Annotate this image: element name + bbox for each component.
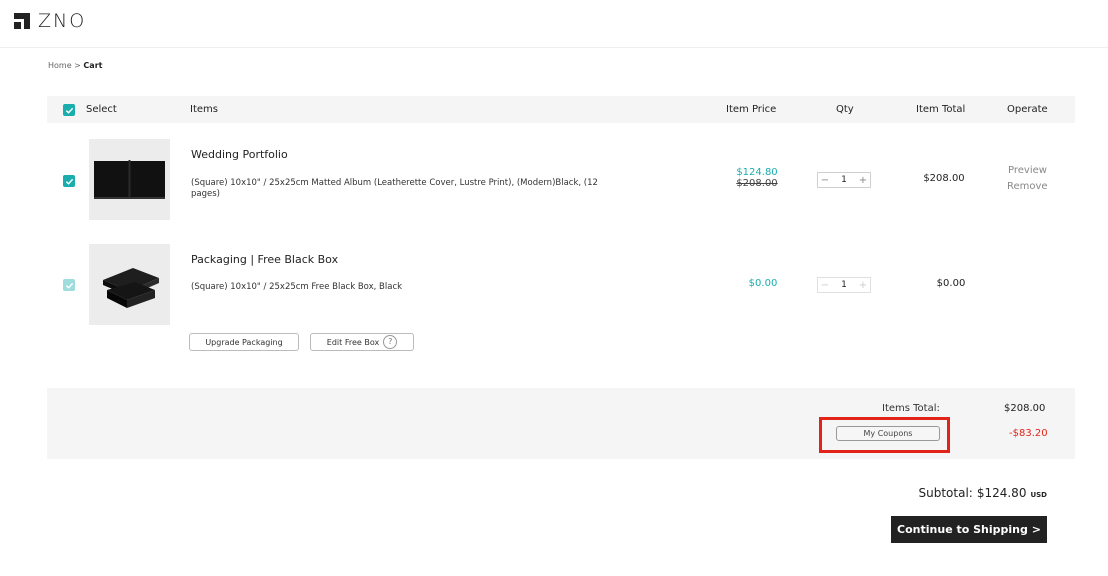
item-checkbox[interactable] [63, 175, 75, 187]
header-item-price: Item Price [726, 104, 777, 115]
item-original-price: $208.00 [736, 178, 778, 189]
checkmark-icon [65, 178, 73, 185]
preview-link[interactable]: Preview [1008, 165, 1047, 176]
increase-qty-button: + [858, 279, 868, 291]
logo-text: ZNO [38, 10, 87, 32]
decrease-qty-button[interactable]: − [818, 175, 832, 186]
help-icon[interactable]: ? [383, 335, 398, 349]
header-items: Items [190, 104, 218, 115]
item-description: (Square) 10x10" / 25x25cm Free Black Box… [191, 282, 403, 292]
item-sale-price: $124.80 [736, 167, 778, 178]
items-total-label: Items Total: [882, 403, 940, 414]
quantity-stepper-disabled: − 1 + [817, 277, 871, 293]
site-header: ZNO [0, 0, 1108, 48]
decrease-qty-button: − [820, 279, 830, 291]
edit-free-box-button[interactable]: Edit Free Box ? [310, 333, 414, 351]
cart-table-header: Select Items Item Price Qty Item Total O… [47, 96, 1075, 123]
header-item-total: Item Total [916, 104, 966, 115]
upgrade-packaging-label: Upgrade Packaging [205, 337, 283, 347]
discount-value: -$83.20 [1009, 428, 1048, 439]
continue-to-shipping-label: Continue to Shipping > [897, 523, 1041, 536]
item-sale-price: $0.00 [748, 278, 778, 289]
breadcrumb-current: Cart [83, 61, 103, 70]
upgrade-packaging-button[interactable]: Upgrade Packaging [189, 333, 299, 351]
subtotal-amount: $124.80 [976, 486, 1027, 500]
quantity-stepper: − 1 + [817, 172, 871, 188]
subtotal: Subtotal: $124.80 USD [919, 486, 1048, 500]
product-thumbnail[interactable] [89, 244, 170, 325]
checkmark-icon [65, 107, 73, 114]
quantity-value[interactable]: 1 [832, 175, 856, 185]
subtotal-currency: USD [1030, 491, 1047, 499]
item-description: (Square) 10x10" / 25x25cm Matted Album (… [191, 178, 598, 199]
brand-logo[interactable]: ZNO [12, 10, 86, 32]
item-name[interactable]: Wedding Portfolio [191, 148, 288, 161]
continue-to-shipping-button[interactable]: Continue to Shipping > [891, 516, 1047, 543]
item-checkbox-disabled [63, 279, 75, 291]
my-coupons-label: My Coupons [863, 429, 913, 438]
items-total-value: $208.00 [1004, 403, 1046, 414]
black-box-image [103, 268, 159, 308]
product-thumbnail[interactable] [89, 139, 170, 220]
header-operate: Operate [1007, 104, 1048, 115]
increase-qty-button[interactable]: + [856, 175, 870, 186]
select-all-checkbox[interactable] [63, 104, 75, 116]
checkmark-icon [65, 282, 73, 289]
breadcrumb: Home > Cart [48, 61, 102, 70]
breadcrumb-separator: > [71, 61, 84, 70]
breadcrumb-home[interactable]: Home [48, 61, 72, 70]
quantity-value: 1 [841, 280, 847, 290]
subtotal-label: Subtotal: [918, 486, 973, 500]
my-coupons-button[interactable]: My Coupons [836, 426, 940, 441]
remove-link[interactable]: Remove [1007, 181, 1048, 192]
header-select: Select [86, 104, 117, 115]
logo-mark-icon [14, 13, 30, 29]
header-qty: Qty [836, 104, 854, 115]
item-total: $0.00 [936, 278, 966, 289]
edit-free-box-label: Edit Free Box [326, 337, 380, 347]
item-total: $208.00 [923, 173, 965, 184]
item-name[interactable]: Packaging | Free Black Box [191, 253, 338, 266]
album-image [94, 160, 165, 199]
